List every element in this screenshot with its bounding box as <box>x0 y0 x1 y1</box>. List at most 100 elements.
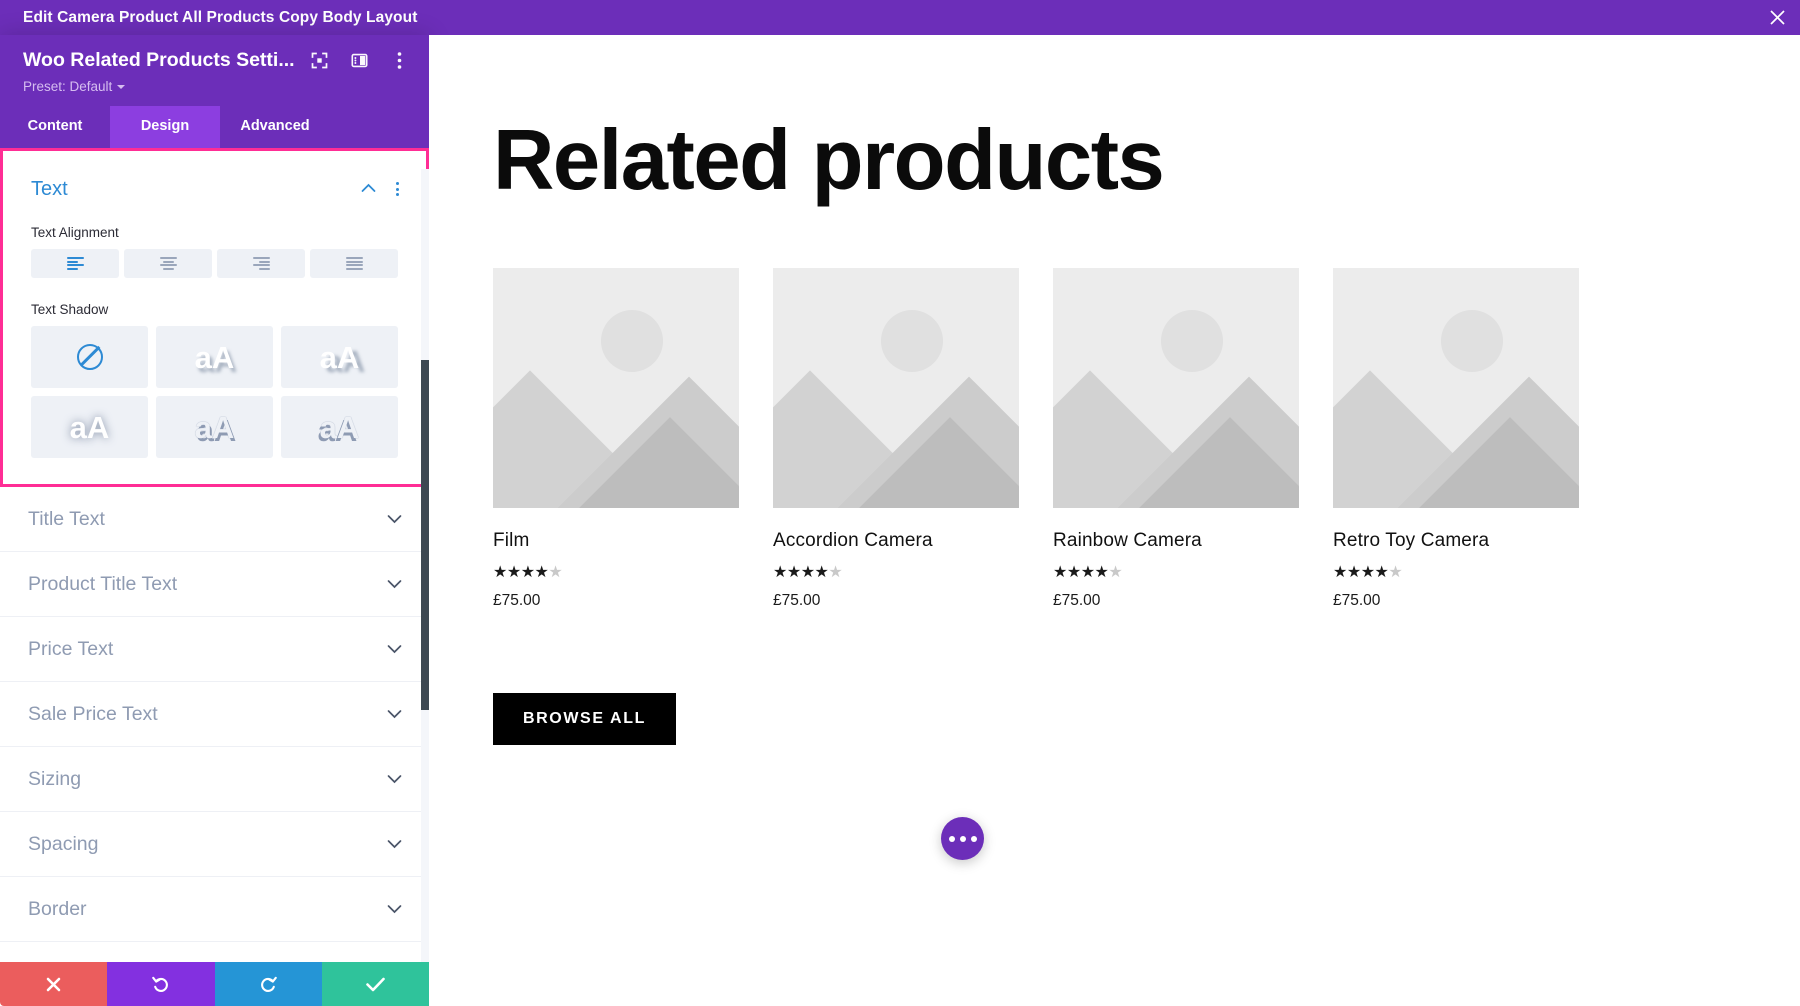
product-price: £75.00 <box>493 581 739 610</box>
section-price-text[interactable]: Price Text <box>0 617 429 682</box>
product-price: £75.00 <box>773 581 1019 610</box>
chevron-down-icon <box>117 85 125 89</box>
redo-icon <box>259 975 278 994</box>
floating-options-button[interactable] <box>941 817 984 860</box>
align-left-button[interactable] <box>31 249 119 278</box>
focus-target-button[interactable] <box>309 50 331 72</box>
product-image-placeholder[interactable] <box>1053 268 1299 508</box>
layout-panel-button[interactable] <box>349 50 371 72</box>
product-price: £75.00 <box>1333 581 1579 610</box>
preset-label: Preset: Default <box>23 79 112 94</box>
product-card[interactable]: Accordion Camera ★★★★★ £75.00 <box>773 268 1019 610</box>
preset-selector[interactable]: Preset: Default <box>0 72 429 94</box>
chevron-down-icon <box>387 774 402 784</box>
chevron-down-icon <box>387 839 402 849</box>
product-card[interactable]: Rainbow Camera ★★★★★ £75.00 <box>1053 268 1299 610</box>
section-label: Title Text <box>28 508 105 531</box>
panel-header: Woo Related Products Setti... <box>0 35 429 148</box>
section-label: Product Title Text <box>28 573 177 596</box>
section-menu-button[interactable] <box>391 179 404 199</box>
section-label: Price Text <box>28 638 113 661</box>
product-rating: ★★★★★ <box>773 552 1019 581</box>
window-title-bar: Edit Camera Product All Products Copy Bo… <box>0 0 1800 35</box>
product-grid: Film ★★★★★ £75.00 Accordion Camera ★★★★★… <box>429 203 1800 610</box>
panel-title: Woo Related Products Setti... <box>23 49 295 72</box>
placeholder-circle-icon <box>881 310 943 372</box>
section-collapse-button[interactable] <box>358 177 379 201</box>
vertical-dots-icon <box>396 182 399 185</box>
section-title-text[interactable]: Title Text <box>0 487 429 552</box>
product-price: £75.00 <box>1053 581 1299 610</box>
no-shadow-icon <box>77 344 103 370</box>
text-shadow-4-button[interactable]: aA <box>156 396 273 458</box>
close-icon <box>45 976 62 993</box>
settings-panel: Woo Related Products Setti... <box>0 35 429 1006</box>
section-label: Sale Price Text <box>28 703 158 726</box>
section-spacing[interactable]: Spacing <box>0 812 429 877</box>
text-shadow-preview: aA <box>195 342 235 373</box>
tab-advanced[interactable]: Advanced <box>220 106 330 148</box>
ellipsis-icon <box>949 836 955 842</box>
section-border[interactable]: Border <box>0 877 429 942</box>
placeholder-circle-icon <box>1161 310 1223 372</box>
text-shadow-preview: aA <box>70 412 110 443</box>
panel-menu-button[interactable] <box>389 50 411 72</box>
redo-button[interactable] <box>215 962 322 1006</box>
layout-panel-icon <box>351 52 368 69</box>
section-label: Border <box>28 898 87 921</box>
text-alignment-group <box>3 249 426 278</box>
chevron-up-icon <box>361 183 376 193</box>
placeholder-circle-icon <box>601 310 663 372</box>
panel-action-bar <box>0 962 429 1006</box>
settings-accordion: Title Text Product Title Text Price Text… <box>0 487 429 1006</box>
align-justify-button[interactable] <box>310 249 398 278</box>
cancel-button[interactable] <box>0 962 107 1006</box>
panel-tabs: Content Design Advanced <box>0 106 429 148</box>
product-image-placeholder[interactable] <box>1333 268 1579 508</box>
chevron-down-icon <box>387 579 402 589</box>
product-card[interactable]: Retro Toy Camera ★★★★★ £75.00 <box>1333 268 1579 610</box>
product-rating: ★★★★★ <box>1333 552 1579 581</box>
section-sizing[interactable]: Sizing <box>0 747 429 812</box>
product-title[interactable]: Film <box>493 508 739 552</box>
section-label: Spacing <box>28 833 98 856</box>
product-rating: ★★★★★ <box>493 552 739 581</box>
undo-button[interactable] <box>107 962 214 1006</box>
vertical-dots-icon <box>397 51 402 70</box>
page-preview: Related products Film ★★★★★ £75.00 Accor… <box>429 35 1800 1006</box>
text-shadow-group: aA aA aA aA aA <box>3 326 426 458</box>
close-button[interactable] <box>1754 0 1800 35</box>
product-card[interactable]: Film ★★★★★ £75.00 <box>493 268 739 610</box>
placeholder-circle-icon <box>1441 310 1503 372</box>
product-image-placeholder[interactable] <box>773 268 1019 508</box>
product-image-placeholder[interactable] <box>493 268 739 508</box>
browse-all-button[interactable]: BROWSE ALL <box>493 693 676 745</box>
tab-content[interactable]: Content <box>0 106 110 148</box>
text-shadow-none-button[interactable] <box>31 326 148 388</box>
check-icon <box>365 976 386 993</box>
chevron-down-icon <box>387 904 402 914</box>
window-title: Edit Camera Product All Products Copy Bo… <box>0 9 417 27</box>
align-center-button[interactable] <box>124 249 212 278</box>
save-button[interactable] <box>322 962 429 1006</box>
product-title[interactable]: Retro Toy Camera <box>1333 508 1579 552</box>
chevron-down-icon <box>387 644 402 654</box>
align-right-button[interactable] <box>217 249 305 278</box>
product-title[interactable]: Rainbow Camera <box>1053 508 1299 552</box>
product-rating: ★★★★★ <box>1053 552 1299 581</box>
section-sale-price-text[interactable]: Sale Price Text <box>0 682 429 747</box>
chevron-down-icon <box>387 514 402 524</box>
product-title[interactable]: Accordion Camera <box>773 508 1019 552</box>
text-shadow-label: Text Shadow <box>3 278 426 326</box>
page-title: Related products <box>429 35 1800 203</box>
text-shadow-preview: aA <box>320 412 360 443</box>
section-label: Sizing <box>28 768 81 791</box>
section-text: Text Text Alignment <box>0 148 429 487</box>
text-shadow-5-button[interactable]: aA <box>281 396 398 458</box>
section-product-title-text[interactable]: Product Title Text <box>0 552 429 617</box>
text-shadow-2-button[interactable]: aA <box>281 326 398 388</box>
text-shadow-3-button[interactable]: aA <box>31 396 148 458</box>
close-icon <box>1769 9 1786 26</box>
text-shadow-1-button[interactable]: aA <box>156 326 273 388</box>
tab-design[interactable]: Design <box>110 106 220 148</box>
